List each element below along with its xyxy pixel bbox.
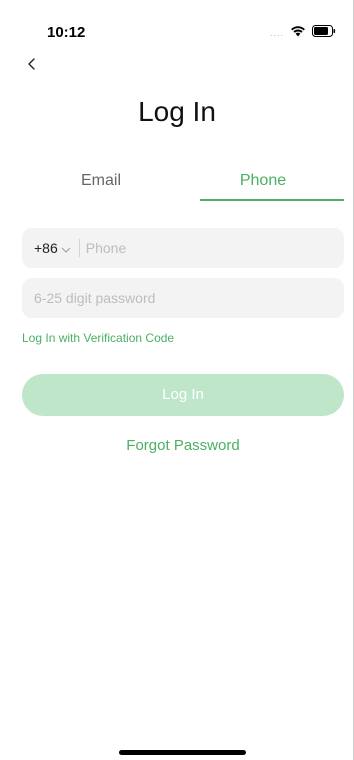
login-method-tabs: Email Phone xyxy=(20,160,344,202)
status-bar: 10:12 .... xyxy=(0,0,354,50)
forgot-password-link[interactable]: Forgot Password xyxy=(0,437,354,454)
phone-input[interactable] xyxy=(85,228,344,268)
password-input[interactable] xyxy=(34,278,344,318)
page-title: Log In xyxy=(138,96,216,127)
wifi-icon xyxy=(290,24,306,42)
tab-phone[interactable]: Phone xyxy=(182,160,344,202)
battery-icon xyxy=(312,24,336,42)
login-button[interactable]: Log In xyxy=(22,374,344,416)
field-divider xyxy=(78,239,80,257)
country-code-label: +86 xyxy=(34,240,58,256)
back-chevron-icon xyxy=(26,58,38,76)
back-button[interactable] xyxy=(26,56,42,78)
country-code-selector[interactable]: +86 xyxy=(34,240,71,256)
phone-field: +86 xyxy=(22,228,344,268)
chevron-down-icon xyxy=(61,240,71,256)
status-icons: .... xyxy=(270,24,336,42)
login-screen: 10:12 .... Log In Email Phone +86 Phone … xyxy=(0,0,354,760)
home-indicator xyxy=(119,750,246,755)
signal-icon: .... xyxy=(269,28,284,38)
tab-email[interactable]: Email xyxy=(20,160,182,202)
status-time: 10:12 xyxy=(47,24,86,41)
password-field xyxy=(22,278,344,318)
verification-code-login-link[interactable]: Log In with Verification Code xyxy=(22,331,174,345)
